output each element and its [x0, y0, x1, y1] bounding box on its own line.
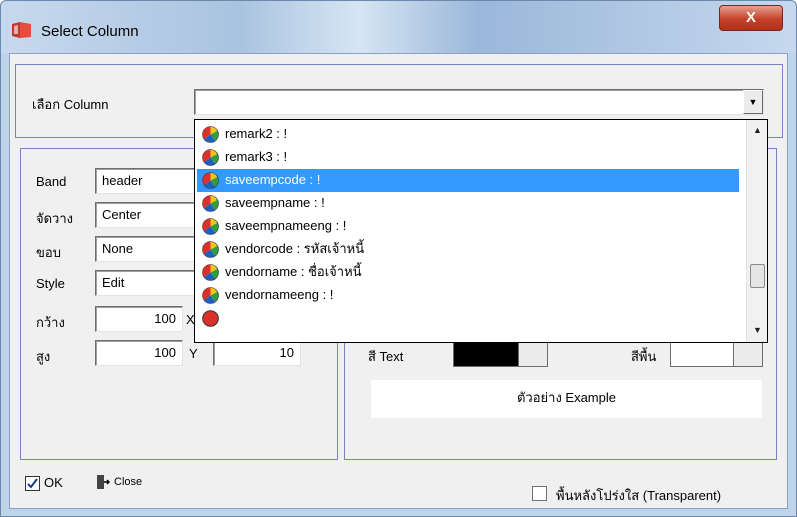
dropdown-item[interactable]: vendornameeng : ! [197, 284, 739, 307]
preview-box: ตัวอย่าง Example [371, 380, 762, 418]
dropdown-item[interactable]: saveempname : ! [197, 192, 739, 215]
column-select-label: เลือก Column [32, 97, 109, 112]
dropdown-item-label: saveempnameeng : ! [225, 218, 347, 233]
dropdown-item-label: saveempcode : ! [225, 172, 321, 187]
field-icon [202, 310, 219, 327]
border-label: ขอบ [36, 245, 61, 260]
field-icon [202, 241, 219, 258]
close-label: Close [114, 475, 143, 488]
transparent-label: พื้นหลังโปร่งใส (Transparent) [556, 488, 722, 503]
dropdown-item-label: vendorname : ชื่อเจ้าหนี้ [225, 264, 362, 279]
bg-color-label: สีพื้น [631, 349, 657, 364]
transparent-checkbox[interactable] [532, 486, 547, 501]
dropdown-item[interactable]: vendorcode : รหัสเจ้าหนี้ [197, 238, 739, 261]
height-field[interactable]: 100 [95, 340, 183, 366]
title-bar[interactable]: Select Column X [1, 1, 796, 53]
style-label: Style [36, 276, 65, 291]
checklist-icon [25, 476, 40, 492]
dropdown-item[interactable]: remark3 : ! [197, 146, 739, 169]
band-label: Band [36, 174, 67, 189]
dropdown-item[interactable]: saveempnameeng : ! [197, 215, 739, 238]
exit-door-icon [97, 475, 110, 489]
chevron-down-icon[interactable]: ▼ [743, 90, 763, 114]
close-window-button[interactable]: X [719, 5, 783, 31]
field-icon [202, 264, 219, 281]
dropdown-item[interactable]: saveempcode : ! [197, 169, 739, 192]
scroll-down-icon[interactable]: ▼ [749, 322, 766, 339]
y-field[interactable]: 10 [213, 340, 301, 366]
close-button[interactable]: Close [96, 474, 142, 490]
dropdown-scrollbar[interactable]: ▲ ▼ [746, 120, 767, 342]
field-icon [202, 218, 219, 235]
dropdown-item[interactable]: vendorname : ชื่อเจ้าหนี้ [197, 261, 739, 284]
window-title: Select Column [41, 23, 139, 40]
dropdown-item-label: saveempname : ! [225, 195, 325, 210]
dropdown-item-label: vendornameeng : ! [225, 287, 334, 302]
dropdown-item-label: vendorcode : รหัสเจ้าหนี้ [225, 241, 365, 256]
field-icon [202, 195, 219, 212]
column-dropdown-list[interactable]: remark2 : ! remark3 : ! saveempcode : ! sav… [194, 119, 768, 343]
app-icon [12, 22, 31, 38]
text-color-label: สี Text [368, 349, 404, 364]
scroll-thumb[interactable] [750, 264, 765, 288]
column-select-combobox[interactable] [194, 89, 764, 115]
ok-label: OK [44, 475, 63, 490]
align-label: จัดวาง [36, 211, 74, 226]
dropdown-item[interactable]: remark2 : ! [197, 123, 739, 146]
dropdown-item-partial[interactable] [197, 307, 739, 327]
scroll-up-icon[interactable]: ▲ [749, 122, 766, 139]
dropdown-item-label: remark2 : ! [225, 126, 288, 141]
dropdown-item-label: remark3 : ! [225, 149, 288, 164]
field-icon [202, 172, 219, 189]
width-field[interactable]: 100 [95, 306, 183, 332]
y-label: Y [189, 346, 198, 361]
field-icon [202, 149, 219, 166]
width-label: กว้าง [36, 315, 65, 330]
field-icon [202, 126, 219, 143]
field-icon [202, 287, 219, 304]
ok-button[interactable]: OK [25, 475, 63, 492]
height-label: สูง [36, 349, 51, 364]
select-column-dialog: Select Column X เลือก Column ▼ Band head… [0, 0, 797, 517]
